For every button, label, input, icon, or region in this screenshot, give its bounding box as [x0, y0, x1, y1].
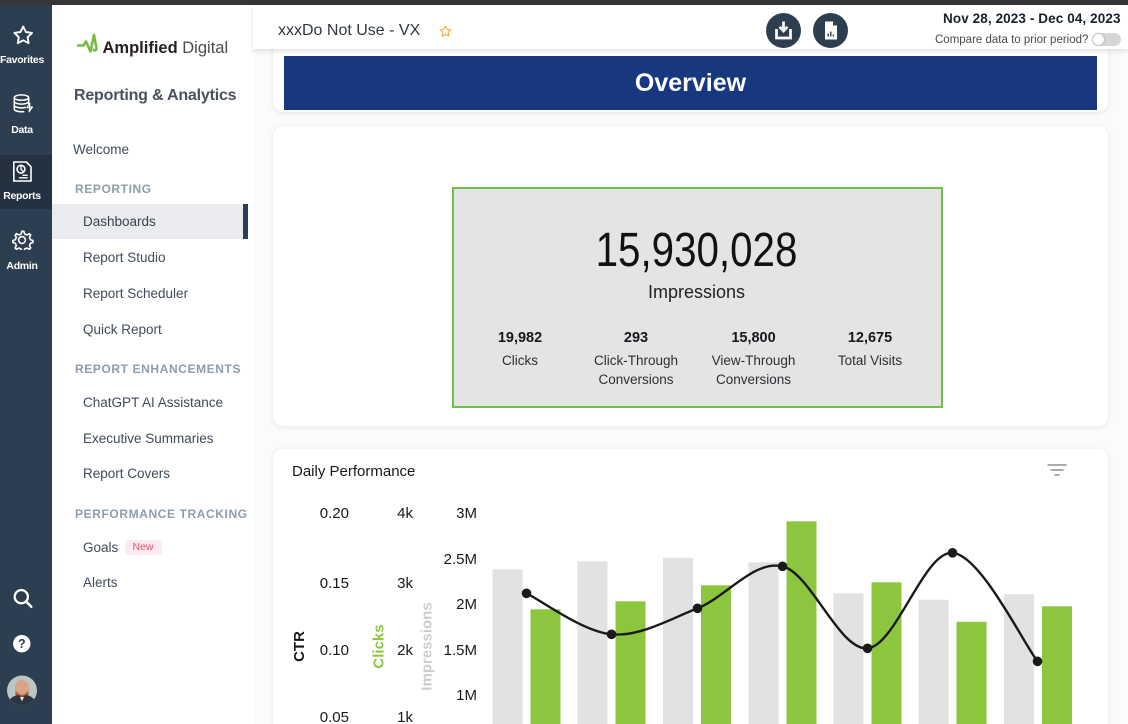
svg-text:?: ? — [18, 637, 26, 651]
